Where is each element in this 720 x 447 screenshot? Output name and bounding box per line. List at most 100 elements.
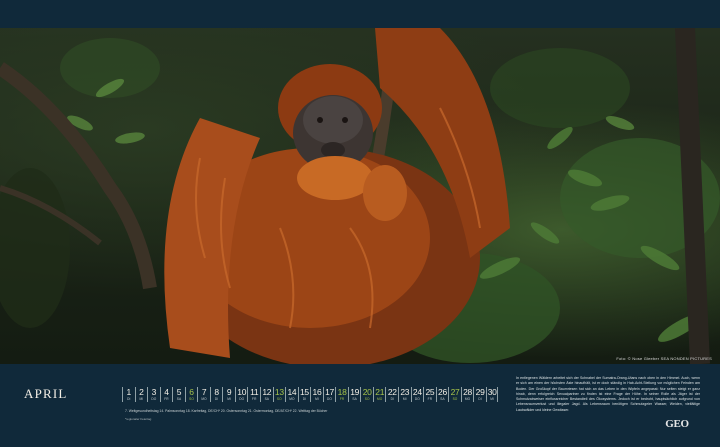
day-cell: 6 SO: [184, 387, 198, 402]
day-number: 30: [487, 387, 497, 397]
calendar-page: Foto: © Nose Gleeber SEA NONDEN PICTURES…: [0, 0, 720, 447]
weekday-label: MI: [315, 397, 319, 401]
holiday-list: 7. Weltgesundheitstag 14. Palmsonntag 18…: [125, 409, 328, 413]
day-number: 24: [412, 387, 422, 397]
weekday-label: SA: [176, 397, 182, 401]
weekday-label: DI: [478, 397, 482, 401]
day-number: 17: [325, 387, 334, 397]
day-number: 22: [387, 387, 397, 397]
weekday-label: MO: [201, 397, 207, 401]
day-cell: 24 DO: [410, 387, 424, 402]
day-number: 16: [312, 387, 322, 397]
weekday-label: SO: [276, 397, 282, 401]
day-cell: 4 FR: [159, 387, 173, 402]
day-cell: 12 SA: [260, 387, 273, 402]
day-cell: 15 DI: [297, 387, 311, 402]
weekday-label: MO: [464, 397, 471, 401]
day-number: 4: [164, 387, 169, 397]
weekday-label: SA: [264, 397, 270, 401]
day-number: 12: [262, 387, 272, 397]
weekday-label: MI: [490, 397, 494, 401]
weekday-label: DI: [302, 397, 307, 401]
weekday-label: DO: [327, 397, 333, 401]
day-number: 8: [214, 387, 219, 397]
weekday-label: SA: [440, 397, 445, 401]
day-number: 11: [250, 387, 259, 397]
day-cell: 23 MI: [398, 387, 411, 402]
weekday-label: SO: [189, 397, 194, 401]
day-cell: 21 MO: [372, 387, 386, 402]
day-cell: 11 FR: [247, 387, 260, 402]
day-number: 3: [151, 387, 157, 397]
day-number: 13: [274, 387, 284, 397]
day-cell: 9 MI: [222, 387, 235, 402]
day-number: 14: [287, 387, 297, 397]
day-number: 6: [189, 387, 194, 397]
day-number: 5: [176, 387, 182, 397]
weekday-label: DI: [390, 397, 394, 401]
day-cell: 14 MO: [285, 387, 298, 402]
weekday-label: DO: [239, 397, 245, 401]
day-number: 28: [463, 387, 472, 397]
day-number: 9: [226, 387, 232, 397]
weekday-label: DO: [414, 397, 420, 401]
day-number: 26: [438, 387, 447, 397]
weekday-label: MI: [227, 397, 232, 401]
day-cell: 29 DI: [473, 387, 486, 402]
day-cell: 27 SO: [448, 387, 461, 402]
day-number: 25: [425, 387, 435, 397]
day-cell: 26 SA: [435, 387, 449, 402]
day-number: 15: [300, 387, 309, 397]
day-number: 7: [201, 387, 207, 397]
weekday-label: DO: [151, 397, 157, 401]
photo-illustration: [0, 28, 720, 364]
day-cell: 16 MI: [310, 387, 323, 402]
orangutan-photo: Foto: © Nose Gleeber SEA NONDEN PICTURES: [0, 28, 720, 364]
day-cell: 5 SA: [172, 387, 185, 402]
weekday-label: DI: [127, 397, 131, 401]
day-cell: 28 MO: [460, 387, 474, 402]
day-cell: 13 SO: [272, 387, 286, 402]
weekday-label: SO: [364, 397, 370, 401]
month-name: APRIL: [24, 386, 68, 401]
day-number: 29: [475, 387, 485, 397]
day-number: 10: [237, 387, 247, 397]
day-number: 18: [337, 387, 347, 397]
weekday-label: MI: [402, 397, 407, 401]
day-cell: 19 SA: [347, 387, 361, 402]
day-number: 2: [139, 387, 144, 397]
day-grid: 1 DI 2 MI 3 DO 4 FR 5 SA 6 SO 7 MO 8 DI 9 MI 10 DO 11 FR 12 SA 1…: [122, 387, 499, 402]
day-cell: 18 FR: [335, 387, 348, 402]
day-cell: 7 MO: [197, 387, 210, 402]
weekday-label: MI: [139, 397, 144, 401]
day-number: 23: [400, 387, 410, 397]
weekday-label: MO: [377, 397, 383, 401]
weekday-label: MO: [289, 397, 295, 401]
day-cell: 17 DO: [322, 387, 336, 402]
day-number: 1: [126, 387, 132, 397]
day-cell: 2 MI: [134, 387, 148, 402]
day-cell: 30 MI: [485, 387, 499, 402]
day-cell: 8 DI: [209, 387, 223, 402]
day-cell: 3 DO: [147, 387, 160, 402]
weekday-label: FR: [252, 397, 257, 401]
geo-logo: GEO: [665, 418, 689, 430]
day-cell: 1 DI: [122, 387, 135, 402]
day-number: 21: [375, 387, 385, 397]
weekday-label: FR: [164, 397, 169, 401]
weekday-label: FR: [427, 397, 433, 401]
day-number: 20: [362, 387, 372, 397]
weekday-label: SA: [352, 397, 357, 401]
day-number: 27: [450, 387, 460, 397]
photo-description: In entlegenen Wäldern arbeitet sich der …: [516, 376, 700, 412]
day-cell: 10 DO: [234, 387, 248, 402]
day-number: 19: [350, 387, 360, 397]
day-cell: 25 FR: [423, 387, 436, 402]
weekday-label: DI: [214, 397, 219, 401]
day-cell: 20 SO: [360, 387, 373, 402]
weekday-label: SO: [452, 397, 458, 401]
photo-credit: Foto: © Nose Gleeber SEA NONDEN PICTURES: [616, 356, 712, 361]
weekday-label: FR: [339, 397, 345, 401]
day-cell: 22 DI: [385, 387, 398, 402]
holiday-footnote: *regionaler Feiertag: [125, 417, 152, 421]
